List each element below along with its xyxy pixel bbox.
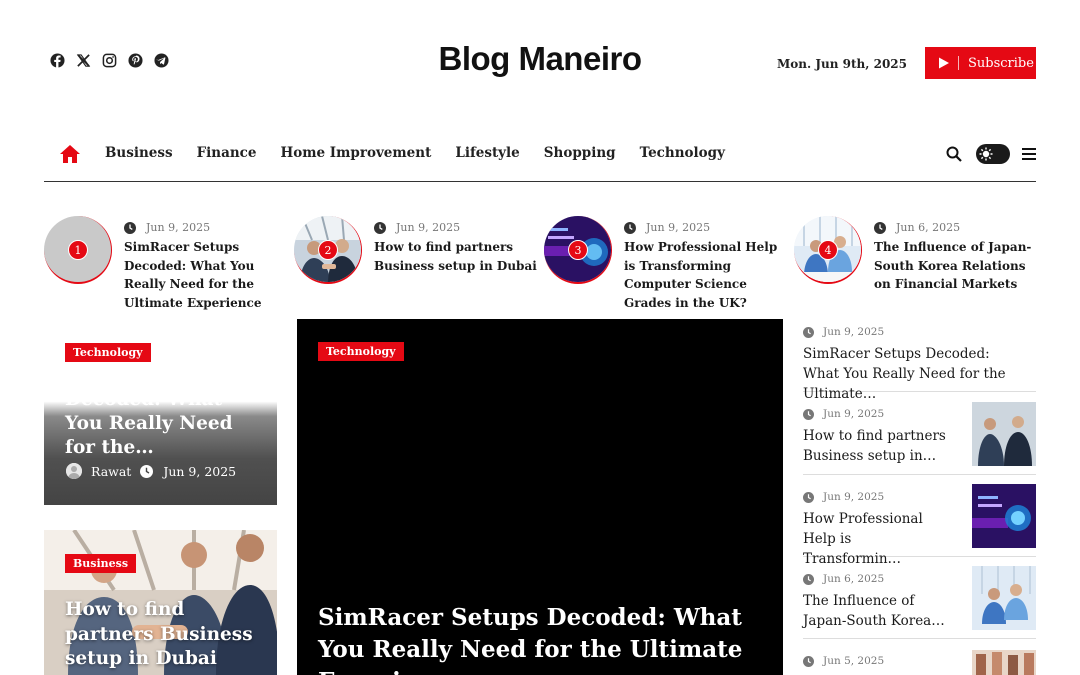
card-title[interactable]: Decoded: What You Really Need for the… [65,388,265,460]
clock-icon [140,464,154,478]
clock-icon [803,326,814,338]
category-tag[interactable]: Business [65,554,137,573]
nav-item-technology[interactable]: Technology [640,145,725,161]
business-meeting-image [972,402,1036,466]
post-date: Jun 9, 2025 [823,326,885,338]
clock-icon [624,221,636,234]
trending-item[interactable]: 1 Jun 9, 2025 SimRacer Setups Decoded: W… [44,216,284,310]
post-date: Jun 9, 2025 [646,221,711,234]
post-date: Jun 9, 2025 [146,221,211,234]
post-date: Jun 6, 2025 [823,573,885,585]
hero-post[interactable]: Technology SimRacer Setups Decoded: What… [297,319,783,675]
nav-item-business[interactable]: Business [105,145,173,161]
trending-item[interactable]: 3 Jun 9, 2025 How Professional Help is T… [544,216,784,310]
clock-icon [803,655,814,667]
post-meta: Jun 9, 2025 [803,408,884,420]
featured-card[interactable]: Technology Decoded: What You Really Need… [44,320,277,505]
trending-title[interactable]: How Professional Help is Transforming Co… [624,238,789,312]
side-post[interactable]: Jun 9, 2025 How to find partners Busines… [803,402,1036,475]
nav-item-finance[interactable]: Finance [197,145,257,161]
trending-item[interactable]: 2 Jun 9, 2025 How to find partners Busin… [294,216,537,296]
post-meta: Jun 9, 2025 [624,221,710,234]
clock-icon [803,491,814,503]
subscribe-label: Subscribe [968,55,1034,71]
side-post[interactable]: Jun 5, 2025 [803,650,1036,675]
subscribe-button[interactable]: Subscribe [925,47,1036,79]
hero-title[interactable]: SimRacer Setups Decoded: What You Really… [318,602,778,675]
computer-science-image [972,484,1036,548]
side-post-thumbnail[interactable] [972,484,1036,548]
post-date: Jun 6, 2025 [896,221,961,234]
nav-menu: Business Finance Home Improvement Lifest… [105,145,749,161]
side-post-title[interactable]: SimRacer Setups Decoded: What You Really… [803,344,1028,404]
current-date: Mon. Jun 9th, 2025 [776,57,907,71]
category-tag[interactable]: Technology [318,342,404,361]
user-icon [66,463,82,479]
clock-icon [803,573,814,585]
trending-item[interactable]: 4 Jun 6, 2025 The Influence of Japan-Sou… [794,216,1034,296]
side-post[interactable]: Jun 6, 2025 The Influence of Japan-South… [803,566,1036,639]
nav-item-home-improvement[interactable]: Home Improvement [280,145,431,161]
trending-title[interactable]: The Influence of Japan-South Korea Relat… [874,238,1039,294]
post-meta: Jun 9, 2025 [374,221,460,234]
side-post-thumbnail[interactable] [972,402,1036,466]
side-post[interactable]: Jun 9, 2025 How Professional Help is Tra… [803,484,1036,567]
home-icon[interactable] [59,144,81,164]
post-meta: Jun 6, 2025 [803,573,884,585]
clock-icon [374,221,386,234]
author-avatar [66,463,82,479]
trending-title[interactable]: SimRacer Setups Decoded: What You Really… [124,238,289,312]
featured-card[interactable]: Business How to find partners Business s… [44,530,277,675]
side-post-title[interactable]: How Professional Help is Transformin… [803,509,953,569]
side-post-thumbnail[interactable] [972,650,1036,675]
main-nav: Business Finance Home Improvement Lifest… [44,140,1036,182]
sun-icon [979,147,993,161]
nav-tools [946,144,1036,164]
category-tag[interactable]: Technology [65,343,151,362]
trending-rank-badge: 2 [318,240,338,260]
post-meta: Jun 9, 2025 [124,221,210,234]
dark-mode-toggle[interactable] [976,144,1010,164]
post-date: Jun 9, 2025 [396,221,461,234]
nav-item-lifestyle[interactable]: Lifestyle [455,145,519,161]
side-post-thumbnail[interactable] [972,566,1036,630]
site-title[interactable]: Blog Maneiro [0,40,1080,78]
post-date: Jun 9, 2025 [823,408,885,420]
post-date: Jun 5, 2025 [823,655,885,667]
post-image [972,650,1036,675]
post-meta: Jun 9, 2025 [803,326,884,338]
search-icon[interactable] [946,146,962,162]
clock-icon [803,408,814,420]
post-date: Jun 9, 2025 [823,491,885,503]
trending-rank-badge: 3 [568,240,588,260]
side-post-title[interactable]: The Influence of Japan-South Korea… [803,591,953,631]
trending-rank-badge: 1 [68,240,88,260]
trending-title[interactable]: How to find partners Business setup in D… [374,238,539,275]
post-meta: Jun 5, 2025 [803,655,884,667]
post-byline: Rawat Jun 9, 2025 [66,463,236,479]
post-meta: Jun 9, 2025 [803,491,884,503]
side-post-title[interactable]: How to find partners Business setup in… [803,426,953,466]
post-meta: Jun 6, 2025 [874,221,960,234]
trending-rank-badge: 4 [818,240,838,260]
side-post[interactable]: Jun 9, 2025 SimRacer Setups Decoded: Wha… [803,326,1036,402]
office-team-image [972,566,1036,630]
card-title[interactable]: How to find partners Business setup in D… [65,598,275,672]
clock-icon [874,221,886,234]
divider [958,56,959,70]
nav-item-shopping[interactable]: Shopping [544,145,616,161]
hamburger-menu-icon[interactable] [1022,148,1036,160]
play-icon [939,57,949,69]
post-date: Jun 9, 2025 [163,463,237,479]
author-name[interactable]: Rawat [91,464,131,479]
clock-icon [124,221,136,234]
